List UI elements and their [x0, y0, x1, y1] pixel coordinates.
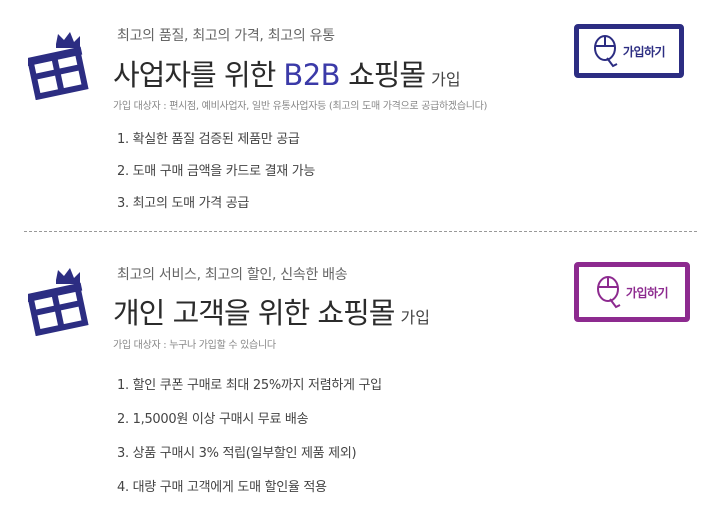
- b2b-join-button[interactable]: 가입하기: [574, 24, 684, 78]
- mouse-pointer-icon: [596, 276, 621, 309]
- b2c-signup-section: 최고의 서비스, 최고의 할인, 신속한 배송 개인 고객을 위한 쇼핑몰가입 …: [0, 236, 717, 520]
- list-item: 3. 최고의 도매 가격 공급: [117, 196, 250, 211]
- gift-crown-icon: [28, 268, 89, 336]
- b2b-title-highlight: B2B: [283, 58, 341, 92]
- b2b-title-mall: 쇼핑몰: [348, 58, 426, 92]
- b2c-title-join: 가입: [400, 308, 430, 327]
- mouse-pointer-icon: [593, 35, 618, 68]
- list-item: 2. 도매 구매 금액을 카드로 결재 가능: [117, 164, 316, 179]
- gift-crown-icon: [28, 32, 89, 100]
- b2b-target-audience: 가입 대상자 : 편시점, 예비사업자, 일반 유통사업자등 (최고의 도매 가…: [113, 101, 488, 112]
- b2c-feature-list: 1. 할인 쿠폰 구매로 최대 25%까지 저렴하게 구입 2. 1,5000원…: [117, 374, 382, 510]
- b2b-title-join: 가입: [431, 70, 461, 89]
- b2b-tagline: 최고의 품질, 최고의 가격, 최고의 유통: [117, 28, 335, 44]
- list-item: 3. 상품 구매시 3% 적립(일부할인 제품 제외): [117, 446, 357, 461]
- b2c-join-button-label: 가입하기: [625, 285, 669, 300]
- b2c-join-button[interactable]: 가입하기: [574, 262, 690, 322]
- b2b-feature-list: 1. 확실한 품질 검증된 제품만 공급 2. 도매 구매 금액을 카드로 결재…: [117, 128, 315, 224]
- b2b-join-button-label: 가입하기: [622, 44, 666, 59]
- list-item: 2. 1,5000원 이상 구매시 무료 배송: [117, 412, 309, 427]
- b2c-tagline: 최고의 서비스, 최고의 할인, 신속한 배송: [117, 267, 348, 283]
- list-item: 1. 할인 쿠폰 구매로 최대 25%까지 저렴하게 구입: [117, 378, 382, 393]
- b2b-title-main: 사업자를 위한: [113, 58, 276, 92]
- list-item: 1. 확실한 품질 검증된 제품만 공급: [117, 132, 300, 147]
- b2c-target-audience: 가입 대상자 : 누구나 가입할 수 있습니다: [113, 340, 276, 351]
- list-item: 4. 대량 구매 고객에게 도매 할인율 적용: [117, 480, 327, 495]
- b2c-title-main: 개인 고객을 위한 쇼핑몰: [113, 296, 395, 330]
- b2b-signup-section: 최고의 품질, 최고의 가격, 최고의 유통 사업자를 위한 B2B 쇼핑몰 가입 가…: [0, 0, 717, 230]
- b2c-title: 개인 고객을 위한 쇼핑몰 가입: [113, 290, 430, 332]
- b2b-title: 사업자를 위한 B2B 쇼핑몰 가입: [113, 52, 461, 94]
- section-divider: [24, 231, 697, 232]
